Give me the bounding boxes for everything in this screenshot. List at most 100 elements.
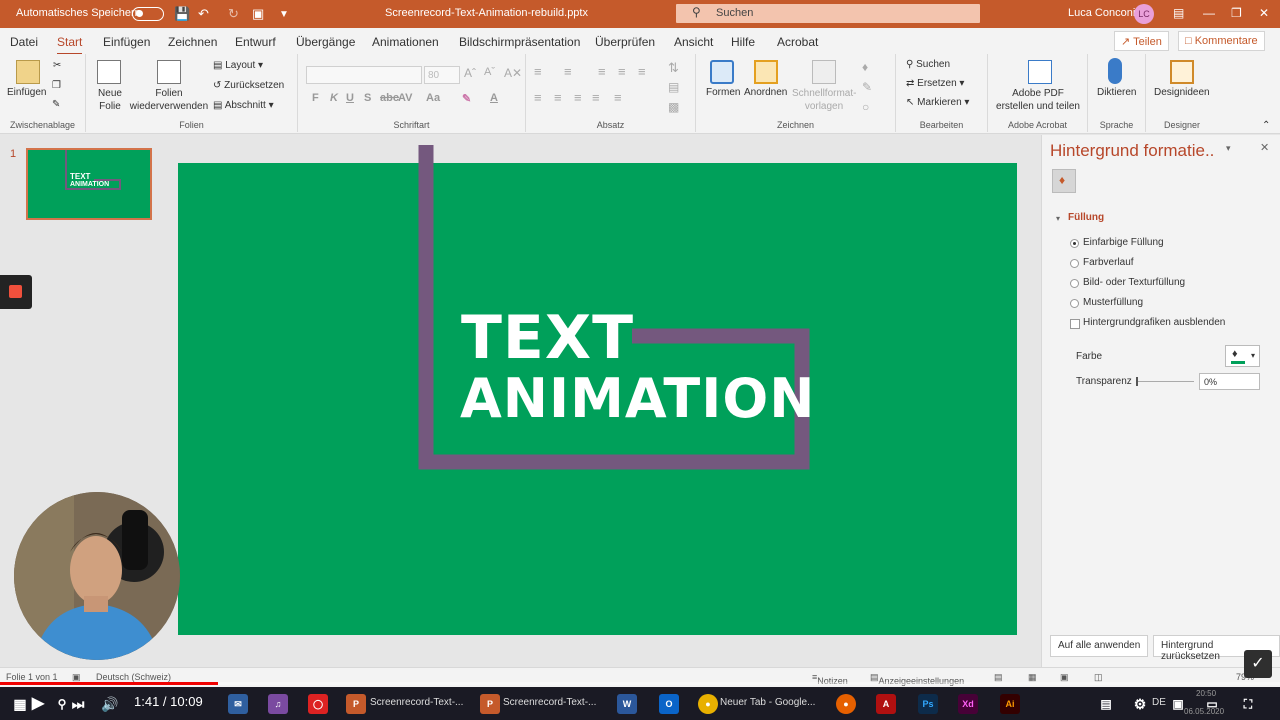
illustrator-icon[interactable]: Ai (1000, 694, 1020, 714)
design-ideas-label[interactable]: Designideen (1154, 87, 1210, 98)
tab-start[interactable]: Start (57, 35, 83, 56)
user-name[interactable]: Luca Conconi (1068, 7, 1135, 19)
present-icon[interactable]: ▣ (252, 6, 264, 22)
dictate-label[interactable]: Diktieren (1097, 87, 1136, 98)
layout-button[interactable]: ▤ Layout ▾ (213, 60, 263, 71)
shape-outline-icon[interactable]: ✎ (862, 80, 872, 94)
highlight-icon[interactable]: ✎ (462, 92, 471, 105)
redo-icon[interactable]: ↻ (228, 6, 239, 22)
collapse-ribbon-icon[interactable]: ⌃ (1262, 120, 1270, 131)
italic-icon[interactable]: K (330, 92, 338, 104)
bullets-icon[interactable]: ≡ (534, 64, 542, 79)
avatar[interactable]: LC (1134, 4, 1154, 24)
language-indicator[interactable]: Deutsch (Schweiz) (96, 672, 171, 682)
find-button[interactable]: ⚲ Suchen (906, 59, 950, 70)
arrange-label[interactable]: Anordnen (744, 87, 787, 98)
volume-icon[interactable]: 🔊 (100, 694, 120, 714)
slider-thumb[interactable] (1136, 377, 1138, 386)
clear-format-icon[interactable]: A✕ (504, 66, 522, 80)
slide-thumbnail[interactable]: TEXT ANIMATION (26, 148, 152, 220)
select-button[interactable]: ↖ Markieren ▾ (906, 97, 969, 108)
tab-ansicht[interactable]: Ansicht (674, 35, 713, 49)
option-solid-fill[interactable]: Einfarbige Füllung (1083, 237, 1164, 248)
pane-options-icon[interactable]: ▾ (1226, 143, 1231, 154)
grow-font-icon[interactable]: Aˆ (464, 66, 476, 80)
option-picture-fill[interactable]: Bild- oder Texturfüllung (1083, 277, 1185, 288)
color-picker-button[interactable]: ♦ ▾ (1225, 345, 1260, 367)
font-name-combo[interactable] (306, 66, 422, 84)
search-box[interactable]: ⚲ Suchen (676, 4, 980, 23)
radio-picture-fill[interactable] (1070, 279, 1079, 288)
new-slide-label[interactable]: Neue Folie (95, 87, 125, 113)
shapes-icon[interactable] (710, 60, 734, 84)
align-center-icon[interactable]: ≡ (554, 90, 562, 105)
undo-icon[interactable]: ↶ (198, 6, 209, 22)
reuse-slides-label[interactable]: Folien wiederverwenden (129, 87, 209, 113)
shape-effects-icon[interactable]: ○ (862, 100, 869, 114)
justify-icon[interactable]: ≡ (592, 90, 600, 105)
quick-styles-icon[interactable] (812, 60, 836, 84)
share-button[interactable]: ↗ Teilen (1114, 31, 1169, 51)
strikethrough-icon[interactable]: abc (380, 92, 399, 104)
collapse-icon[interactable]: ▾ (1056, 214, 1060, 223)
case-icon[interactable]: Aa (426, 92, 440, 104)
reset-button[interactable]: ↺ Zurücksetzen (213, 80, 284, 91)
copy-icon[interactable]: ❐ (52, 80, 61, 91)
miniplayer-icon[interactable]: ▣ (1168, 694, 1188, 714)
font-size-combo[interactable]: 80 (424, 66, 460, 84)
theater-mode-icon[interactable]: ▭ (1202, 694, 1222, 714)
text-direction-icon[interactable]: ⇅ (668, 60, 679, 76)
create-pdf-icon[interactable] (1028, 60, 1052, 84)
tab-bildschirmpraesentation[interactable]: Bildschirmpräsentation (459, 35, 580, 49)
tab-uebergaenge[interactable]: Übergänge (296, 35, 355, 49)
outlook-icon[interactable]: O (659, 694, 679, 714)
word-icon[interactable]: W (617, 694, 637, 714)
numbering-icon[interactable]: ≡ (564, 64, 572, 79)
create-pdf-label[interactable]: Adobe PDF erstellen und teilen (992, 87, 1084, 113)
ribbon-display-icon[interactable]: ▤ (1173, 6, 1184, 20)
shapes-label[interactable]: Formen (706, 87, 740, 98)
video-progress-bar[interactable] (0, 682, 1280, 685)
new-slide-icon[interactable] (97, 60, 121, 84)
transparency-slider[interactable] (1136, 377, 1194, 386)
option-gradient-fill[interactable]: Farbverlauf (1083, 257, 1134, 268)
powerpoint-icon[interactable]: P (346, 694, 366, 714)
underline-icon[interactable]: U (346, 92, 354, 104)
align-text-icon[interactable]: ▤ (668, 80, 679, 94)
spacing-icon[interactable]: AV (398, 92, 412, 104)
slide-title-line2[interactable]: ANIMATION (460, 368, 815, 430)
shrink-font-icon[interactable]: Aˇ (484, 66, 495, 78)
powerpoint-icon[interactable]: P (480, 694, 500, 714)
creative-cloud-icon[interactable]: ◯ (308, 694, 328, 714)
hide-graphics-checkbox[interactable] (1070, 319, 1080, 329)
music-icon[interactable]: ♫ (268, 694, 288, 714)
slide-title-line1[interactable]: TEXT (461, 306, 634, 370)
tab-entwurf[interactable]: Entwurf (235, 35, 276, 49)
close-icon[interactable]: ✕ (1259, 6, 1269, 20)
section-button[interactable]: ▤ Abschnitt ▾ (213, 100, 274, 111)
fill-section-title[interactable]: Füllung (1068, 212, 1104, 223)
font-color-icon[interactable]: A (490, 92, 498, 104)
design-ideas-icon[interactable] (1170, 60, 1194, 84)
minimize-icon[interactable]: — (1203, 6, 1215, 20)
chrome-icon[interactable]: ● (698, 694, 718, 714)
subtitles-icon[interactable]: ▤ (1096, 694, 1116, 714)
notes-button[interactable]: ≡ Notizen (812, 672, 848, 686)
fill-bucket-icon[interactable]: ♦ (1052, 169, 1076, 193)
check-icon[interactable]: ✓ (1244, 650, 1272, 678)
restore-icon[interactable]: ❐ (1231, 6, 1242, 20)
tab-ueberpruefen[interactable]: Überprüfen (595, 35, 655, 49)
fullscreen-icon[interactable]: ⛶ (1238, 694, 1258, 714)
transparency-input[interactable]: 0% (1199, 373, 1260, 390)
save-icon[interactable]: 💾 (174, 6, 190, 22)
record-stop-button[interactable] (0, 275, 32, 309)
tab-einfuegen[interactable]: Einfügen (103, 35, 150, 49)
microphone-icon[interactable] (1108, 58, 1122, 84)
comments-button[interactable]: □ Kommentare (1178, 31, 1265, 51)
xd-icon[interactable]: Xd (958, 694, 978, 714)
arrange-icon[interactable] (754, 60, 778, 84)
acrobat-icon[interactable]: A (876, 694, 896, 714)
option-pattern-fill[interactable]: Musterfüllung (1083, 297, 1143, 308)
align-right-icon[interactable]: ≡ (574, 90, 582, 105)
radio-pattern-fill[interactable] (1070, 299, 1079, 308)
